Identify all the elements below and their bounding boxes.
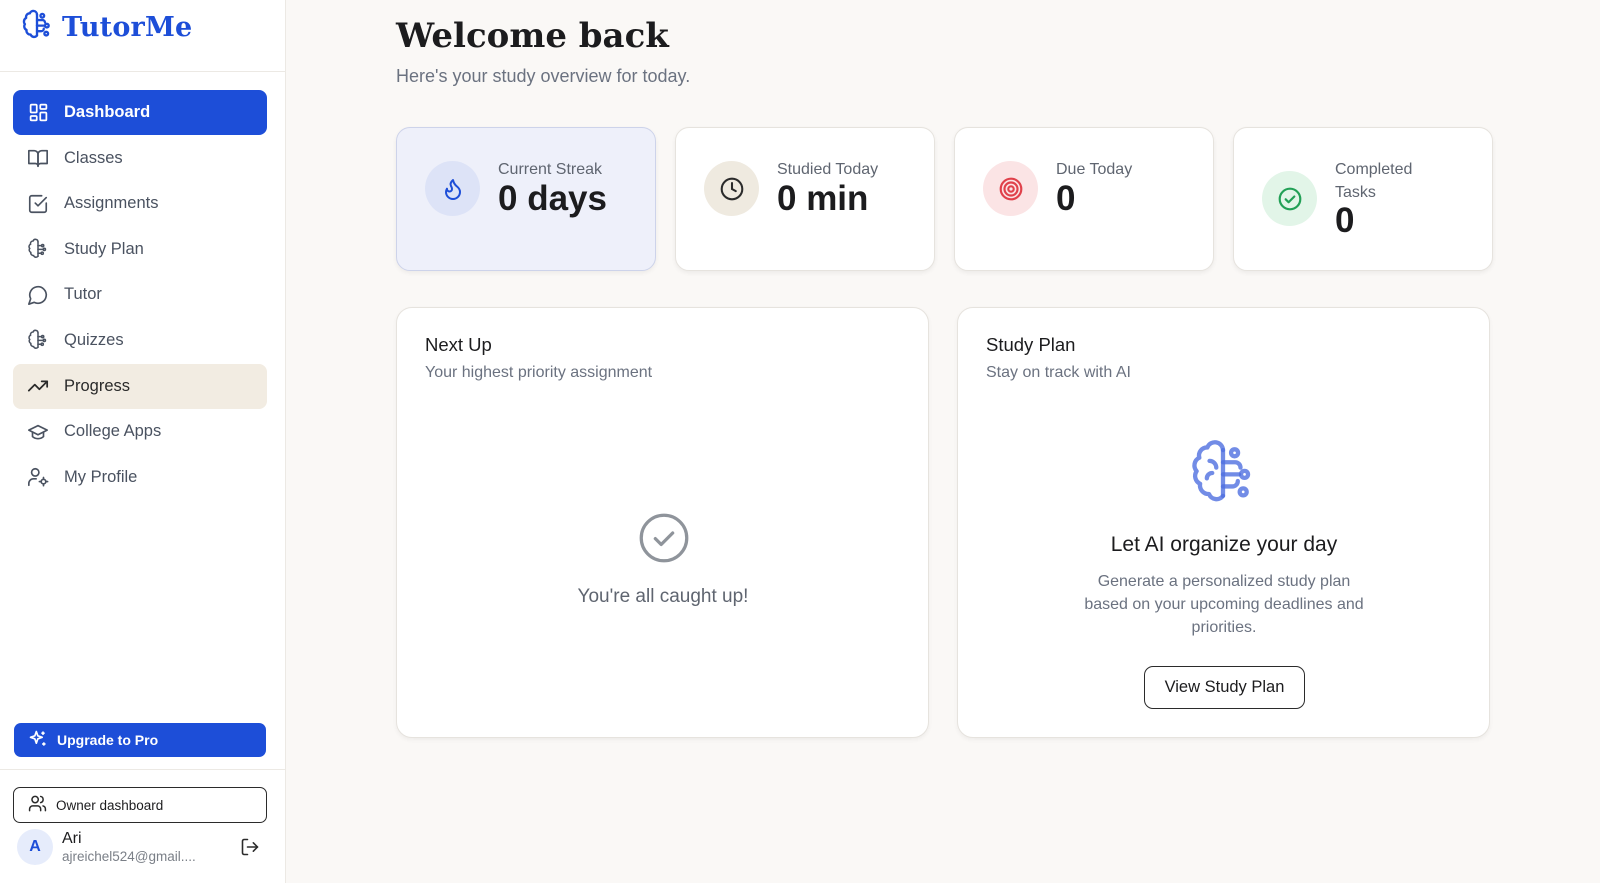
sparkles-icon: [28, 729, 48, 752]
users-icon: [28, 794, 47, 816]
stat-label: Completed Tasks: [1335, 161, 1413, 201]
target-icon: [983, 161, 1038, 216]
stat-value: 0 days: [498, 179, 607, 218]
checkbox-icon: [27, 193, 49, 215]
brain-circuit-icon: [1190, 438, 1256, 508]
sidebar-item-tutor[interactable]: Tutor: [13, 272, 267, 317]
view-study-plan-button[interactable]: View Study Plan: [1144, 666, 1305, 709]
sidebar-item-dashboard[interactable]: Dashboard: [13, 90, 267, 135]
stat-value: 0: [1056, 179, 1076, 218]
check-circle-icon: [1262, 171, 1317, 226]
card-title: Next Up: [425, 334, 492, 355]
brain-icon: [27, 238, 49, 260]
card-subtitle: Stay on track with AI: [986, 364, 1131, 381]
stat-card-current-streak: Current Streak 0 days: [396, 127, 656, 271]
stat-value: 0 min: [777, 179, 869, 218]
stat-card-due-today: Due Today 0: [954, 127, 1214, 271]
card-subtitle: Your highest priority assignment: [425, 364, 653, 381]
stat-label: Current Streak: [498, 161, 603, 178]
clock-icon: [704, 161, 759, 216]
sidebar-item-label: Classes: [64, 148, 123, 167]
card-title: Study Plan: [986, 334, 1076, 355]
trending-up-icon: [27, 375, 49, 397]
page-title: Welcome back: [396, 16, 669, 56]
brand-name: TutorMe: [62, 11, 193, 43]
owner-dashboard-label: Owner dashboard: [56, 797, 164, 813]
dashboard-grid-icon: [27, 102, 49, 124]
divider: [0, 71, 286, 72]
sidebar-item-label: Quizzes: [64, 330, 124, 349]
sidebar-item-label: Assignments: [64, 194, 159, 213]
sidebar-item-label: College Apps: [64, 422, 162, 441]
logout-icon[interactable]: [239, 836, 261, 858]
sidebar-item-quizzes[interactable]: Quizzes: [13, 318, 267, 363]
sidebar-item-progress[interactable]: Progress: [13, 363, 267, 409]
divider: [0, 769, 286, 770]
sidebar-item-label: Dashboard: [64, 103, 151, 121]
graduation-cap-icon: [27, 421, 49, 443]
page-subtitle: Here's your study overview for today.: [396, 66, 691, 86]
sidebar-item-label: Progress: [64, 376, 131, 395]
stat-label: Studied Today: [777, 161, 879, 178]
stat-card-completed-tasks: Completed Tasks 0: [1233, 127, 1493, 271]
study-plan-heading: Let AI organize your day: [1110, 533, 1338, 556]
user-email: ajreichel524@gmail....: [62, 848, 196, 864]
study-plan-description: Generate a personalized study plan based…: [1084, 573, 1364, 636]
book-open-icon: [27, 147, 49, 169]
study-plan-card: Study Plan Stay on track with AI Let AI …: [957, 307, 1490, 738]
brain-circuit-icon: [22, 9, 52, 46]
check-circle-icon: [638, 512, 690, 564]
stat-value: 0: [1335, 201, 1355, 240]
sidebar-item-classes[interactable]: Classes: [13, 136, 267, 181]
sidebar: TutorMe Dashboard Classes Assignments St…: [0, 0, 286, 883]
stat-card-studied-today: Studied Today 0 min: [675, 127, 935, 271]
sidebar-item-college-apps[interactable]: College Apps: [13, 409, 267, 454]
next-up-card: Next Up Your highest priority assignment…: [396, 307, 929, 738]
sidebar-item-label: My Profile: [64, 467, 138, 486]
avatar[interactable]: A: [17, 829, 53, 865]
brand-logo[interactable]: TutorMe: [22, 9, 193, 46]
flame-icon: [425, 161, 480, 216]
upgrade-to-pro-button[interactable]: Upgrade to Pro: [14, 723, 266, 757]
sidebar-item-study-plan[interactable]: Study Plan: [13, 227, 267, 272]
chat-bubble-icon: [27, 284, 49, 306]
upgrade-label: Upgrade to Pro: [57, 732, 159, 748]
user-cog-icon: [27, 466, 49, 488]
owner-dashboard-button[interactable]: Owner dashboard: [13, 787, 267, 823]
sidebar-item-my-profile[interactable]: My Profile: [13, 455, 267, 500]
empty-state-text: You're all caught up!: [577, 586, 749, 607]
user-name: Ari: [62, 829, 82, 847]
sidebar-nav: Dashboard Classes Assignments Study Plan…: [13, 90, 267, 500]
sidebar-item-assignments[interactable]: Assignments: [13, 181, 267, 226]
brain-icon: [27, 329, 49, 351]
stat-label: Due Today: [1056, 161, 1133, 178]
user-profile: A Ari ajreichel524@gmail....: [17, 826, 267, 868]
sidebar-item-label: Tutor: [64, 285, 102, 304]
sidebar-item-label: Study Plan: [64, 239, 144, 258]
